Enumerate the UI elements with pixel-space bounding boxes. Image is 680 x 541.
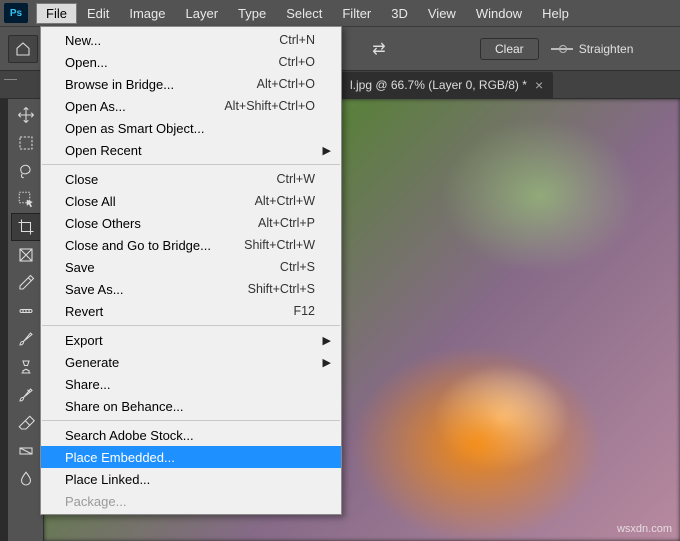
app-logo: Ps (4, 3, 28, 23)
file-close-all[interactable]: Close AllAlt+Ctrl+W (41, 190, 341, 212)
menu-filter[interactable]: Filter (332, 3, 381, 24)
menu-help[interactable]: Help (532, 3, 579, 24)
file-share-behance[interactable]: Share on Behance... (41, 395, 341, 417)
file-place-embedded[interactable]: Place Embedded... (41, 446, 341, 468)
file-menu-dropdown: New...Ctrl+N Open...Ctrl+O Browse in Bri… (40, 26, 342, 515)
history-brush-tool[interactable] (11, 381, 41, 409)
tools-panel (8, 99, 44, 541)
object-select-tool[interactable] (11, 185, 41, 213)
gradient-tool[interactable] (11, 437, 41, 465)
clone-stamp-tool[interactable] (11, 353, 41, 381)
file-open-recent[interactable]: Open Recent▶ (41, 139, 341, 161)
brush-tool[interactable] (11, 325, 41, 353)
menu-3d[interactable]: 3D (381, 3, 418, 24)
menu-bar: Ps File Edit Image Layer Type Select Fil… (0, 0, 680, 26)
menu-view[interactable]: View (418, 3, 466, 24)
file-open-as-smart-object[interactable]: Open as Smart Object... (41, 117, 341, 139)
eraser-tool[interactable] (11, 409, 41, 437)
eyedropper-tool[interactable] (11, 269, 41, 297)
file-close-go-to-bridge[interactable]: Close and Go to Bridge...Shift+Ctrl+W (41, 234, 341, 256)
watermark-text: wsxdn.com (617, 523, 672, 535)
home-icon (15, 41, 31, 57)
sidebar-gutter (0, 99, 8, 541)
document-tab[interactable]: l.jpg @ 66.7% (Layer 0, RGB/8) * × (340, 72, 553, 98)
swap-icon[interactable]: ⇄ (370, 40, 388, 58)
file-export[interactable]: Export▶ (41, 329, 341, 351)
menu-separator (42, 164, 340, 165)
menu-select[interactable]: Select (276, 3, 332, 24)
file-save[interactable]: SaveCtrl+S (41, 256, 341, 278)
menu-type[interactable]: Type (228, 3, 276, 24)
home-button[interactable] (8, 35, 38, 63)
file-generate[interactable]: Generate▶ (41, 351, 341, 373)
straighten-label: Straighten (579, 42, 634, 56)
lasso-tool[interactable] (11, 157, 41, 185)
clear-button[interactable]: Clear (480, 38, 539, 60)
marquee-tool[interactable] (11, 129, 41, 157)
menu-separator (42, 420, 340, 421)
move-tool[interactable] (11, 101, 41, 129)
menu-separator (42, 325, 340, 326)
file-close[interactable]: CloseCtrl+W (41, 168, 341, 190)
file-open-as[interactable]: Open As...Alt+Shift+Ctrl+O (41, 95, 341, 117)
file-place-linked[interactable]: Place Linked... (41, 468, 341, 490)
menu-edit[interactable]: Edit (77, 3, 119, 24)
blur-tool[interactable] (11, 465, 41, 493)
file-new[interactable]: New...Ctrl+N (41, 29, 341, 51)
submenu-arrow-icon: ▶ (323, 334, 331, 347)
file-save-as[interactable]: Save As...Shift+Ctrl+S (41, 278, 341, 300)
decorative-mark: ⎯⎯⎯ (4, 74, 34, 100)
document-tab-title: l.jpg @ 66.7% (Layer 0, RGB/8) * (350, 78, 527, 92)
frame-tool[interactable] (11, 241, 41, 269)
healing-brush-tool[interactable] (11, 297, 41, 325)
menu-window[interactable]: Window (466, 3, 532, 24)
file-search-adobe-stock[interactable]: Search Adobe Stock... (41, 424, 341, 446)
file-close-others[interactable]: Close OthersAlt+Ctrl+P (41, 212, 341, 234)
photoshop-window: { "menubar": { "items": ["File", "Edit",… (0, 0, 680, 541)
file-open[interactable]: Open...Ctrl+O (41, 51, 341, 73)
file-revert[interactable]: RevertF12 (41, 300, 341, 322)
file-package: Package... (41, 490, 341, 512)
crop-tool[interactable] (11, 213, 41, 241)
menu-file[interactable]: File (36, 3, 77, 24)
straighten-control[interactable]: Straighten (551, 42, 634, 56)
menu-image[interactable]: Image (119, 3, 175, 24)
submenu-arrow-icon: ▶ (323, 356, 331, 369)
submenu-arrow-icon: ▶ (323, 144, 331, 157)
straighten-icon (551, 42, 573, 56)
file-browse-in-bridge[interactable]: Browse in Bridge...Alt+Ctrl+O (41, 73, 341, 95)
menu-layer[interactable]: Layer (176, 3, 229, 24)
close-tab-icon[interactable]: × (535, 77, 543, 93)
file-share[interactable]: Share... (41, 373, 341, 395)
